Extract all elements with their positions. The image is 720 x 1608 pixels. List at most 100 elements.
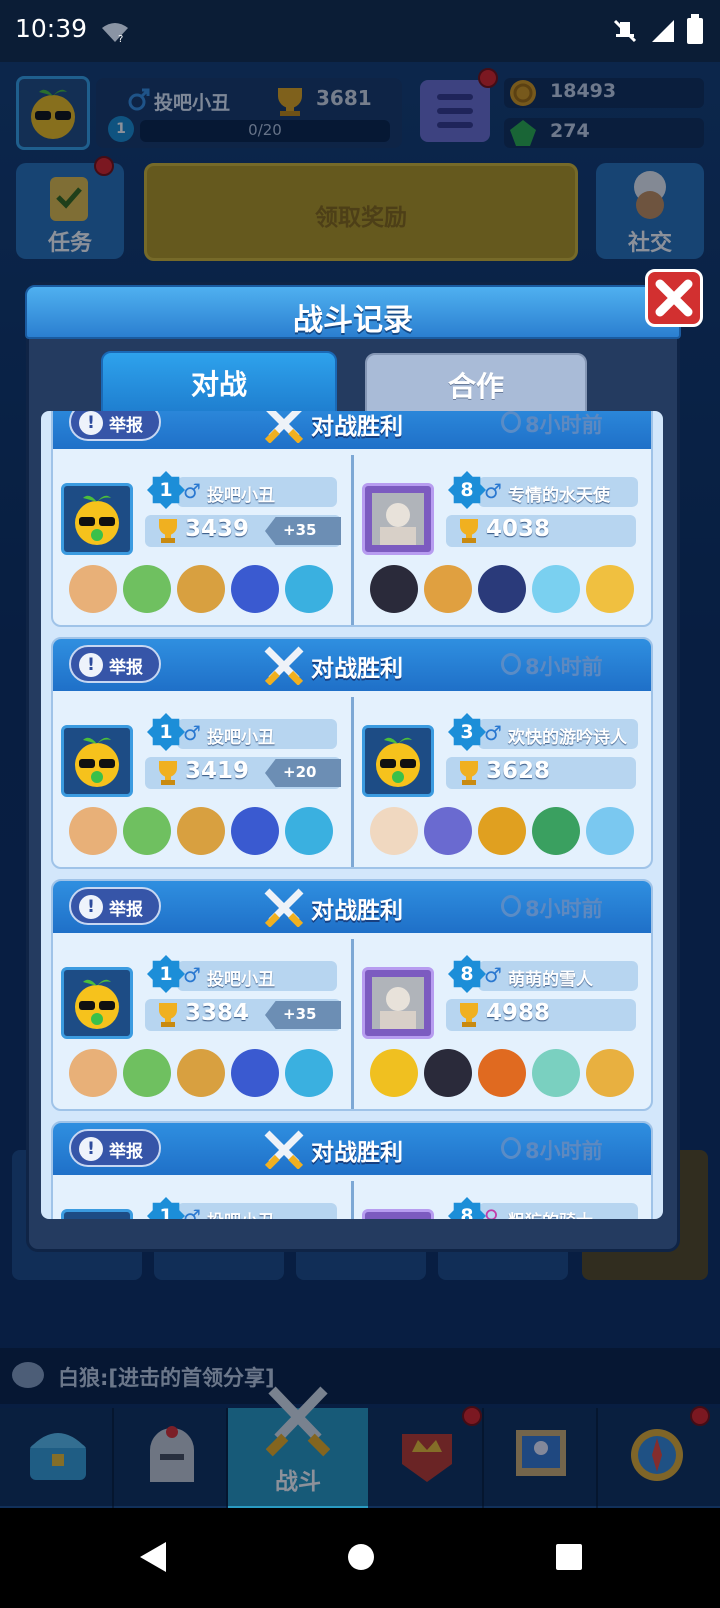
hero-icon[interactable] (370, 807, 418, 855)
hero-icon[interactable] (231, 565, 279, 613)
hero-lineup (370, 565, 640, 617)
hero-icon[interactable] (69, 1049, 117, 1097)
timer-icon (501, 411, 521, 433)
gender-icon: ♂ (183, 963, 201, 987)
dialog-title-bar: 战斗记录 (25, 285, 681, 339)
hero-icon[interactable] (586, 1049, 634, 1097)
status-bar: 10:39 ? (0, 0, 720, 62)
hero-icon[interactable] (123, 1049, 171, 1097)
opponent-avatar[interactable] (362, 483, 434, 555)
hero-icon[interactable] (532, 1049, 580, 1097)
player-name: 粗犷的骑士 (508, 1207, 593, 1219)
recents-icon[interactable] (554, 1542, 584, 1572)
report-shield-icon: ! (79, 653, 103, 677)
hero-icon[interactable] (478, 807, 526, 855)
hero-icon[interactable] (123, 565, 171, 613)
trophy-box: 4988 (446, 999, 636, 1031)
crossed-swords-icon (264, 411, 304, 443)
hero-icon[interactable] (424, 1049, 472, 1097)
hero-icon[interactable] (586, 807, 634, 855)
player-avatar[interactable] (61, 725, 133, 797)
svg-text:?: ? (118, 34, 123, 44)
battle-record-card: !举报对战胜利8小时前♂投吧小丑1♀粗犷的骑士8 (51, 1121, 653, 1219)
report-button[interactable]: ! 举报 (69, 887, 161, 925)
trophy-delta: +35 (265, 1001, 341, 1029)
battery-icon (687, 14, 703, 44)
hero-icon[interactable] (285, 1049, 333, 1097)
tab-coop-label: 合作 (447, 370, 504, 403)
opponent-avatar[interactable] (362, 725, 434, 797)
report-button[interactable]: ! 举报 (69, 645, 161, 683)
gender-icon: ♂ (183, 721, 201, 745)
trophy-icon (159, 1003, 177, 1027)
trophy-box: 4038 (446, 515, 636, 547)
tab-coop[interactable]: 合作 (365, 353, 587, 413)
trophy-value: 3439 (185, 516, 250, 542)
name-box: ♂ 萌萌的雪人 (478, 961, 638, 991)
hero-icon[interactable] (177, 565, 225, 613)
close-button[interactable] (645, 269, 703, 327)
gender-icon: ♂ (484, 963, 502, 987)
hero-icon[interactable] (424, 565, 472, 613)
battle-time: 8小时前 (525, 1139, 603, 1163)
hero-icon[interactable] (478, 565, 526, 613)
trophy-value: 3419 (185, 758, 250, 784)
trophy-icon (460, 761, 478, 785)
timer-icon (501, 1137, 521, 1159)
opponent-avatar[interactable] (362, 1209, 434, 1219)
report-button[interactable]: ! 举报 (69, 411, 161, 441)
hero-lineup (370, 1049, 640, 1101)
trophy-delta-value: +35 (283, 521, 317, 539)
opponent-side: ♀ 粗犷的骑士 8 (354, 1175, 651, 1219)
timer-icon (501, 653, 521, 675)
home-icon[interactable] (346, 1542, 376, 1572)
hero-icon[interactable] (285, 807, 333, 855)
player-avatar[interactable] (61, 967, 133, 1039)
trophy-icon (159, 761, 177, 785)
hero-icon[interactable] (69, 807, 117, 855)
trophy-value: 4038 (486, 516, 551, 542)
hero-icon[interactable] (532, 565, 580, 613)
hero-icon[interactable] (424, 807, 472, 855)
hero-icon[interactable] (370, 1049, 418, 1097)
hero-icon[interactable] (123, 807, 171, 855)
trophy-box: 3419 +20 (145, 757, 341, 789)
avatar-photo-icon (372, 977, 424, 1029)
hero-icon[interactable] (285, 565, 333, 613)
trophy-box: 3439 +35 (145, 515, 341, 547)
player-name: 欢快的游吟诗人 (508, 728, 627, 748)
hero-icon[interactable] (69, 565, 117, 613)
tab-pvp[interactable]: 对战 (101, 351, 337, 413)
hero-icon[interactable] (231, 807, 279, 855)
hero-icon[interactable] (586, 565, 634, 613)
opponent-avatar[interactable] (362, 967, 434, 1039)
battle-result: 对战胜利 (311, 1140, 403, 1166)
hero-lineup (69, 565, 339, 617)
crossed-swords-icon (264, 646, 304, 685)
hero-icon[interactable] (231, 1049, 279, 1097)
gender-icon: ♂ (183, 1205, 201, 1219)
player-side: ♂ 投吧小丑 1 3419 +20 (53, 691, 351, 867)
avatar-seed-icon (75, 495, 119, 545)
hero-icon[interactable] (177, 1049, 225, 1097)
hero-icon[interactable] (370, 565, 418, 613)
player-avatar[interactable] (61, 1209, 133, 1219)
opponent-side: ♂ 萌萌的雪人 8 4988 (354, 933, 651, 1109)
report-shield-icon: ! (79, 1137, 103, 1161)
hero-lineup (69, 1049, 339, 1101)
back-icon[interactable] (138, 1540, 168, 1574)
clock: 10:39 (15, 14, 88, 43)
trophy-icon (460, 519, 478, 543)
report-button[interactable]: ! 举报 (69, 1129, 161, 1167)
hero-icon[interactable] (177, 807, 225, 855)
battle-result: 对战胜利 (311, 414, 403, 440)
hero-icon[interactable] (532, 807, 580, 855)
player-name: 萌萌的雪人 (508, 970, 593, 990)
hero-icon[interactable] (478, 1049, 526, 1097)
record-list[interactable]: ! 举报 对战胜利 8小时前 ♂ 投吧小丑 1 3439 +35 ♂ 专情的水天使 8 4038! 举报对… (41, 411, 663, 1219)
name-box: ♂ 投吧小丑 (177, 719, 337, 749)
gender-icon: ♂ (484, 721, 502, 745)
report-label: 举报 (109, 900, 143, 920)
player-avatar[interactable] (61, 483, 133, 555)
name-box: ♂ 投吧小丑 (177, 1203, 337, 1219)
